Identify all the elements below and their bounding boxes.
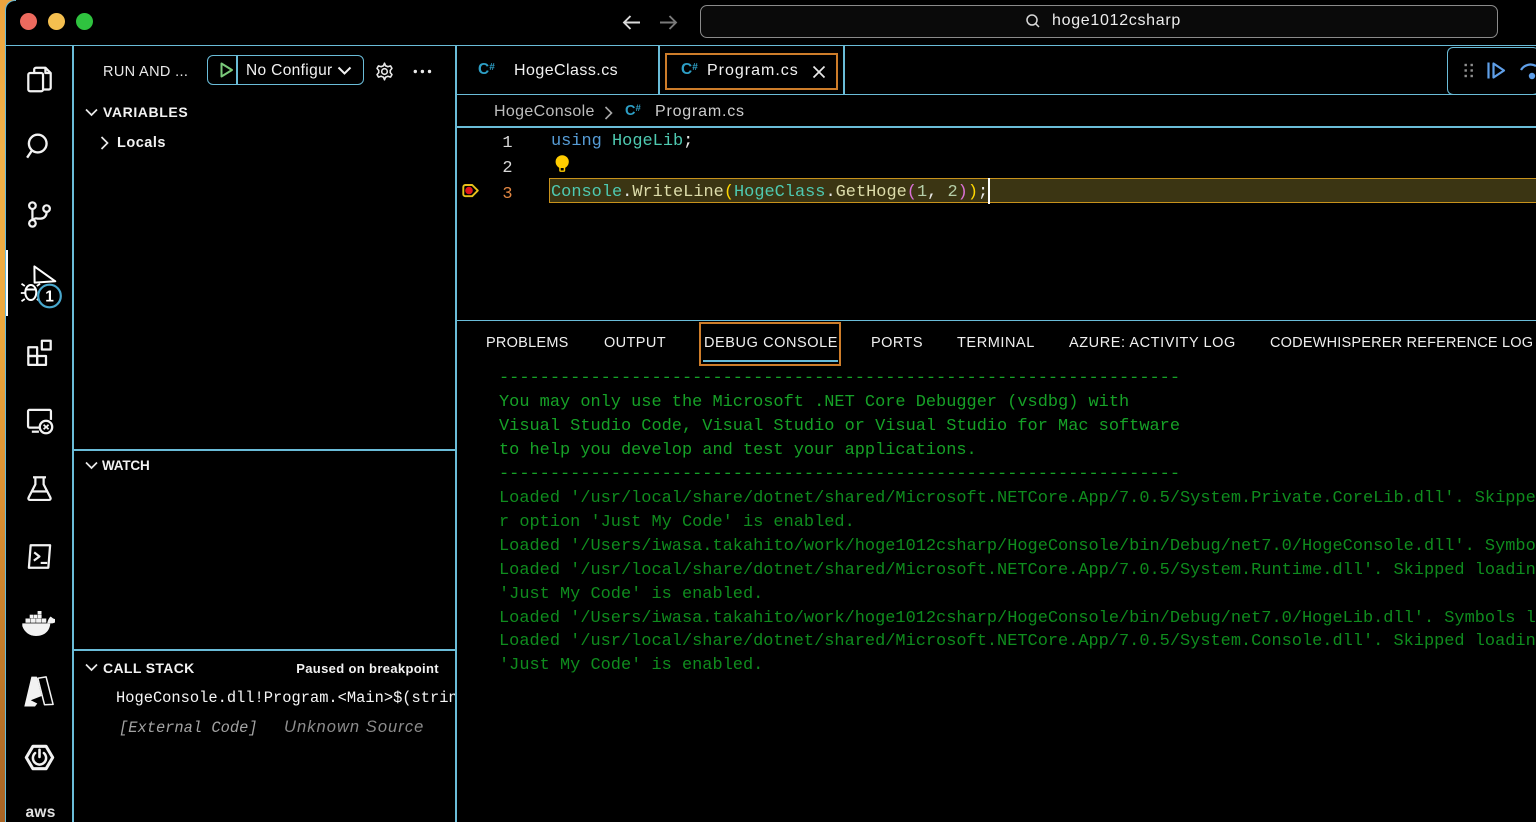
svg-text:1: 1 [45, 289, 54, 306]
